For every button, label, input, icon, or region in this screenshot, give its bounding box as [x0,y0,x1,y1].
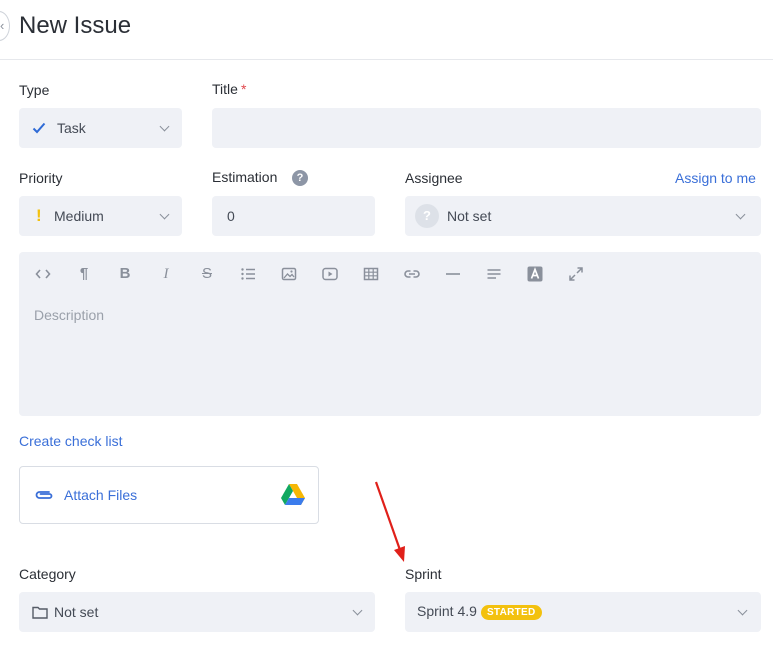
description-placeholder: Description [34,307,105,323]
type-value: Task [57,120,86,136]
assignee-select[interactable]: ? Not set [405,196,761,236]
strikethrough-icon[interactable]: S [195,262,219,286]
assignee-value: Not set [447,208,492,224]
editor-toolbar: ¶ B I S [19,262,761,286]
assignee-label: Assignee [405,170,463,186]
link-icon[interactable] [400,262,424,286]
title-input[interactable] [212,108,761,148]
priority-label: Priority [19,170,63,186]
type-label: Type [19,82,50,98]
image-icon[interactable] [277,262,301,286]
category-value: Not set [54,604,99,620]
assign-to-me-link[interactable]: Assign to me [675,170,756,186]
title-label: Title * [212,81,247,97]
horizontal-rule-icon[interactable] [441,262,465,286]
help-icon[interactable]: ? [292,170,308,186]
category-label: Category [19,566,76,582]
header-divider [0,59,773,60]
check-icon [32,122,46,134]
text-color-icon[interactable] [523,262,547,286]
italic-icon[interactable]: I [154,262,178,286]
back-button[interactable]: ‹ [0,11,10,41]
description-editor[interactable]: ¶ B I S Description [19,252,761,416]
chevron-down-icon [159,121,170,132]
annotation-arrow [374,481,405,562]
code-icon[interactable] [31,262,55,286]
priority-select[interactable]: ! Medium [19,196,182,236]
chevron-down-icon [735,209,746,220]
sprint-value: Sprint 4.9 [417,603,477,619]
chevron-down-icon [737,605,748,616]
page-title: New Issue [19,12,132,39]
folder-icon [32,606,48,619]
status-badge: STARTED [480,605,542,620]
sprint-label: Sprint [405,566,442,582]
sprint-select[interactable]: Sprint 4.9 STARTED [405,592,761,632]
required-mark: * [240,81,247,97]
sprint-value-wrap: Sprint 4.9 STARTED [417,603,542,620]
paperclip-icon [35,491,53,499]
estimation-value: 0 [227,208,235,224]
google-drive-icon[interactable] [281,484,305,505]
attach-files-label: Attach Files [64,487,138,503]
table-icon[interactable] [359,262,383,286]
estimation-input[interactable]: 0 [212,196,375,236]
chevron-down-icon [352,605,363,616]
category-select[interactable]: Not set [19,592,375,632]
paragraph-icon[interactable]: ¶ [72,262,96,286]
align-icon[interactable] [482,262,506,286]
video-icon[interactable] [318,262,342,286]
type-select[interactable]: Task [19,108,182,148]
exclamation-icon: ! [36,206,42,225]
bullet-list-icon[interactable] [236,262,260,286]
fullscreen-icon[interactable] [564,262,588,286]
estimation-label: Estimation [212,169,278,185]
bold-icon[interactable]: B [113,262,137,286]
priority-value: Medium [54,208,104,224]
avatar-placeholder-icon: ? [415,204,439,228]
chevron-left-icon: ‹ [0,18,5,33]
create-checklist-link[interactable]: Create check list [19,433,122,449]
chevron-down-icon [159,209,170,220]
attach-files-box[interactable]: Attach Files [19,466,319,524]
